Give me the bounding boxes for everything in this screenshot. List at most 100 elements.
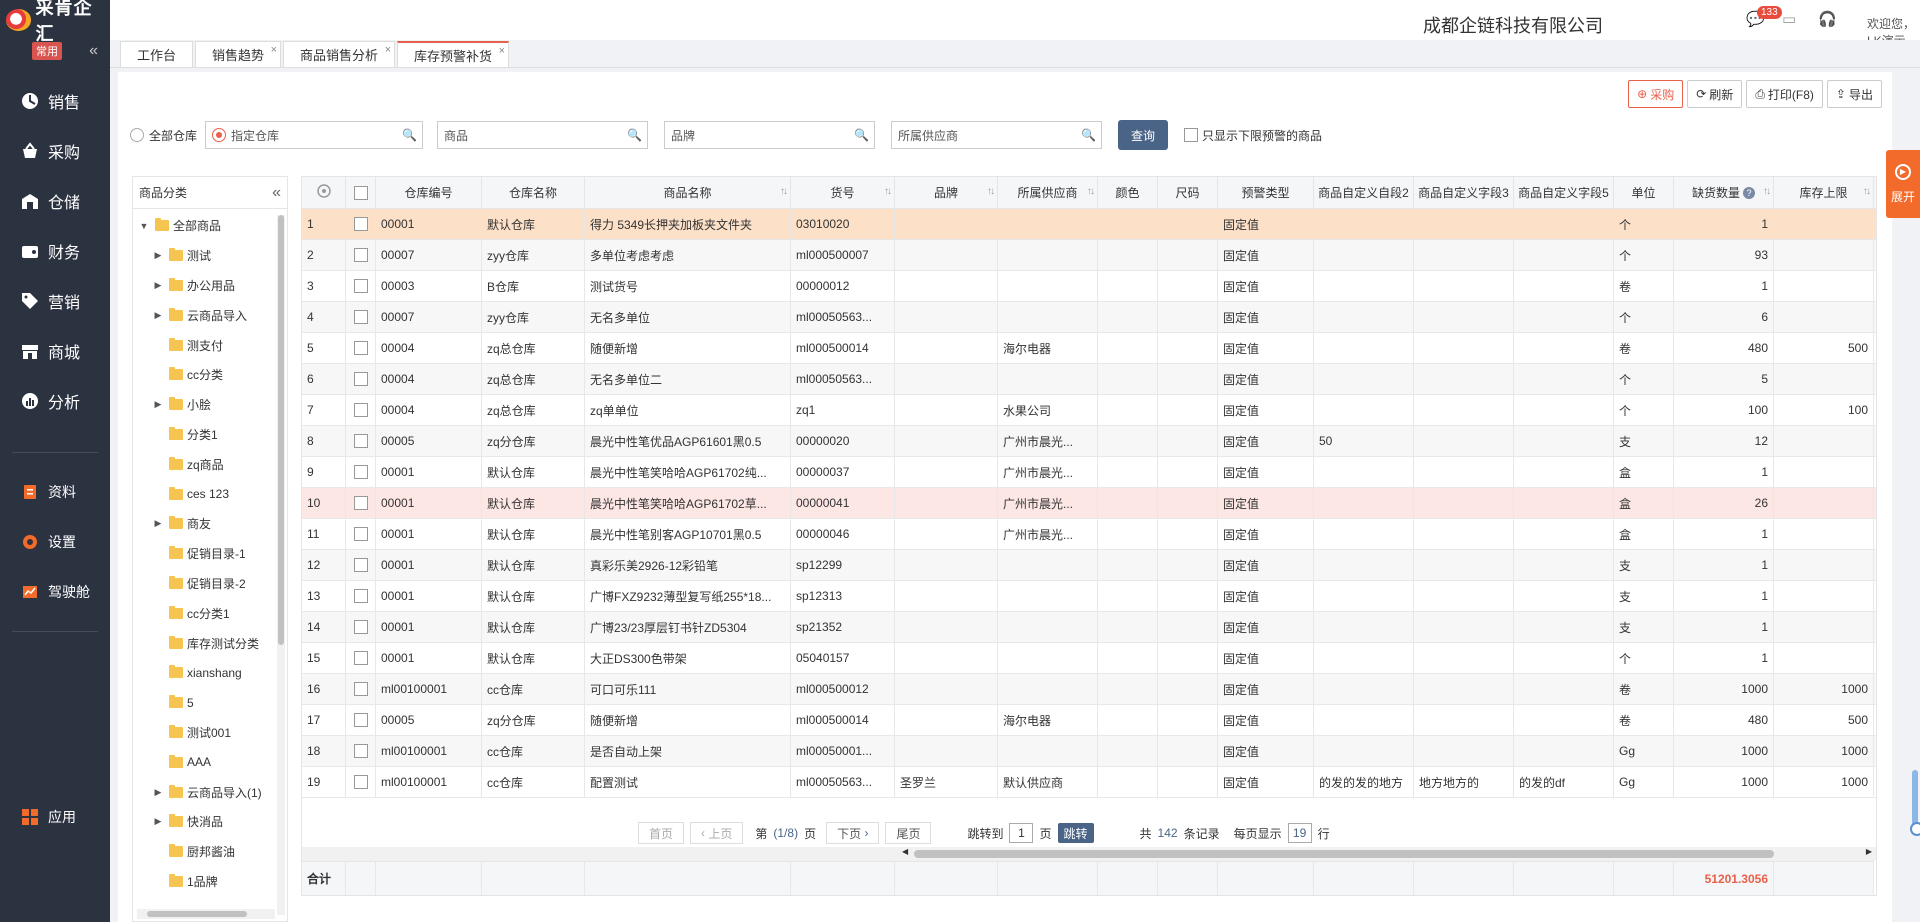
row-checkbox[interactable] — [353, 713, 368, 727]
next-page-button[interactable]: 下页 › — [826, 822, 880, 844]
column-header[interactable]: 仓库名称 — [482, 177, 585, 208]
tree-node[interactable]: ces 123 — [133, 479, 287, 509]
vertical-slider[interactable] — [1910, 770, 1920, 836]
caret-right-icon[interactable]: ▶ — [151, 787, 165, 798]
caret-right-icon[interactable]: ▶ — [151, 280, 165, 291]
table-row[interactable]: 5 00004 zq总仓库 随便新增 ml000500014 海尔电器 固定值 卷 480 500 — [302, 333, 1876, 364]
sidebar-item-3[interactable]: 财务 — [0, 226, 110, 276]
sidebar-item-1[interactable]: 设置 — [0, 517, 110, 567]
row-checkbox[interactable] — [353, 558, 368, 572]
select-all-checkbox[interactable] — [353, 185, 368, 200]
tree-node[interactable]: ▶ 办公用品 — [133, 271, 287, 301]
print-button[interactable]: ⎙ 打印(F8) — [1746, 80, 1823, 108]
help-icon[interactable]: ? — [1743, 186, 1755, 199]
scroll-left-icon[interactable]: ◀ — [902, 847, 908, 856]
tree-node[interactable]: 5 — [133, 688, 287, 718]
column-header[interactable]: 尺码 — [1158, 177, 1218, 208]
common-tag[interactable]: 常用 — [32, 42, 62, 60]
sidebar-item-5[interactable]: 商城 — [0, 326, 110, 376]
table-row[interactable]: 14 00001 默认仓库 广博23/23厚层钉书针ZD5304 sp21352 固定值 支… — [302, 612, 1876, 643]
table-row[interactable]: 7 00004 zq总仓库 zq单单位 zq1 水果公司 固定值个 100 100 — [302, 395, 1876, 426]
tree-node[interactable]: ▶ 商友 — [133, 509, 287, 539]
row-checkbox[interactable] — [353, 527, 368, 541]
table-row[interactable]: 19 ml00100001 cc仓库 配置测试 ml00050563... 圣罗兰 默认供应… — [302, 767, 1876, 798]
checkbox[interactable] — [1184, 128, 1199, 142]
prev-page-button[interactable]: ‹ 上页 — [690, 822, 744, 844]
jump-page-input[interactable]: 1 — [1009, 823, 1034, 843]
query-button[interactable]: 查询 — [1118, 120, 1169, 150]
column-header[interactable]: 商品自定义自段2 — [1314, 177, 1414, 208]
tree-node[interactable]: 库存测试分类 — [133, 628, 287, 658]
tree-node[interactable]: zq商品 — [133, 449, 287, 479]
caret-right-icon[interactable]: ▶ — [151, 518, 165, 529]
table-row[interactable]: 9 00001 默认仓库 晨光中性笔笑哈哈AGP61702纯... 00000037 广州… — [302, 457, 1876, 488]
sidebar-item-6[interactable]: 分析 — [0, 376, 110, 426]
column-header[interactable]: 商品自定义字段5 — [1514, 177, 1614, 208]
refresh-button[interactable]: ⟳ 刷新 — [1687, 80, 1743, 108]
column-header[interactable]: 库存上限 ↑↓ — [1774, 177, 1874, 208]
scrollbar-thumb[interactable] — [278, 215, 284, 645]
only-low-warning-checkbox[interactable]: 只显示下限预警的商品 — [1184, 127, 1322, 144]
scrollbar-thumb[interactable] — [914, 850, 1774, 858]
table-row[interactable]: 1 00001 默认仓库 得力 5349长押夹加板夹文件夹 03010020 固定值个 1 — [302, 209, 1876, 240]
tab-1[interactable]: 销售趋势 × — [195, 41, 282, 67]
tree-node[interactable]: 厨邦酱油 — [133, 837, 287, 867]
row-checkbox[interactable] — [353, 465, 368, 479]
purchase-button[interactable]: ⊕ 采购 — [1628, 80, 1684, 108]
sort-icon[interactable]: ↑↓ — [987, 186, 995, 197]
tab-2[interactable]: 商品销售分析 × — [283, 41, 396, 67]
gear-icon[interactable] — [316, 184, 331, 201]
table-row[interactable]: 15 00001 默认仓库 大正DS300色带架 05040157 固定值 个 1 — [302, 643, 1876, 674]
tree-node[interactable]: 促销目录-1 — [133, 539, 287, 569]
export-button[interactable]: ⇪ 导出 — [1826, 80, 1882, 108]
tree-horizontal-scrollbar[interactable] — [137, 909, 275, 919]
select-all-header[interactable] — [346, 177, 376, 208]
sidebar-item-2[interactable]: 仓储 — [0, 176, 110, 226]
radio-all-warehouse[interactable]: 全部仓库 — [130, 121, 197, 149]
sort-icon[interactable]: ↑↓ — [884, 186, 892, 197]
caret-right-icon[interactable]: ▶ — [151, 399, 165, 410]
tree-node[interactable]: ▶ 快消品 — [133, 807, 287, 837]
column-header[interactable]: 所属供应商 ↑↓ — [998, 177, 1098, 208]
table-row[interactable]: 3 00003 B仓库 测试货号 00000012 固定值 卷 1 — [302, 271, 1876, 302]
scroll-right-icon[interactable]: ▶ — [1866, 847, 1872, 856]
tree-node[interactable]: cc分类 — [133, 360, 287, 390]
tree-node[interactable]: 测支付 — [133, 330, 287, 360]
column-header[interactable]: 单位 — [1614, 177, 1674, 208]
caret-down-icon[interactable]: ▼ — [137, 221, 151, 231]
close-icon[interactable]: × — [499, 45, 505, 57]
collapse-sidebar-icon[interactable]: « — [89, 42, 98, 60]
column-header[interactable]: 商品自定义字段3 — [1414, 177, 1514, 208]
column-header[interactable]: 货号 ↑↓ — [791, 177, 895, 208]
row-checkbox[interactable] — [353, 310, 368, 324]
tree-node[interactable]: ▶ 测试 — [133, 241, 287, 271]
row-checkbox[interactable] — [353, 403, 368, 417]
supplier-search-input[interactable]: 所属供应商 🔍 — [891, 121, 1103, 149]
search-icon[interactable]: 🔍 — [854, 128, 869, 142]
sidebar-item-0[interactable]: 资料 — [0, 467, 110, 517]
table-row[interactable]: 18 ml00100001 cc仓库 是否自动上架 ml00050001... 固定值 Gg… — [302, 736, 1876, 767]
table-row[interactable]: 4 00007 zyy仓库 无名多单位 ml00050563... 固定值 个 6 — [302, 302, 1876, 333]
grid-horizontal-scrollbar[interactable]: ◀ ▶ — [302, 847, 1876, 861]
column-header[interactable]: 品牌 ↑↓ — [895, 177, 998, 208]
row-checkbox[interactable] — [353, 744, 368, 758]
sort-icon[interactable]: ↑↓ — [1087, 186, 1095, 197]
tree-node[interactable]: 1品牌 — [133, 867, 287, 897]
table-row[interactable]: 12 00001 默认仓库 真彩乐美2926-12彩铅笔 sp12299 固定值 支 1 — [302, 550, 1876, 581]
table-row[interactable]: 2 00007 zyy仓库 多单位考虑考虑 ml000500007 固定值 个 93 — [302, 240, 1876, 271]
warehouse-select-field[interactable]: 指定仓库 🔍 — [205, 121, 424, 149]
scrollbar-thumb[interactable] — [147, 911, 247, 917]
row-checkbox[interactable] — [353, 651, 368, 665]
collapse-tree-icon[interactable]: « — [272, 184, 281, 202]
inbox-icon[interactable]: ▭ — [1782, 12, 1800, 28]
close-icon[interactable]: × — [271, 44, 277, 56]
row-checkbox[interactable] — [353, 434, 368, 448]
caret-right-icon[interactable]: ▶ — [151, 816, 165, 827]
table-row[interactable]: 16 ml00100001 cc仓库 可口可乐111 ml000500012 固定值卷 10… — [302, 674, 1876, 705]
brand-search-input[interactable]: 品牌 🔍 — [664, 121, 876, 149]
tree-vertical-scrollbar[interactable] — [277, 215, 285, 915]
row-checkbox[interactable] — [353, 279, 368, 293]
last-page-button[interactable]: 尾页 — [885, 822, 932, 844]
search-icon[interactable]: 🔍 — [1081, 128, 1096, 142]
table-row[interactable]: 17 00005 zq分仓库 随便新增 ml000500014 海尔电器 固定值 卷 480 50… — [302, 705, 1876, 736]
